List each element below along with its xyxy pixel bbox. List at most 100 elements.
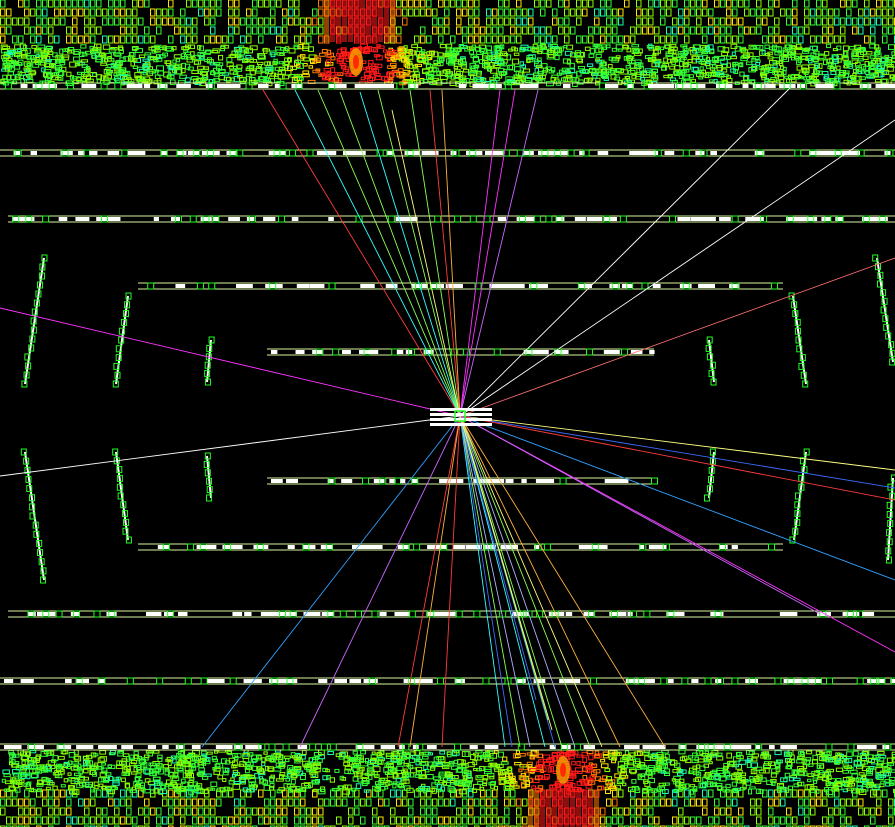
- calorimeter-column: [540, 790, 545, 827]
- barrel-module: [369, 350, 379, 354]
- barrel-module: [412, 745, 419, 749]
- barrel-module: [27, 745, 44, 749]
- barrel-module: [253, 545, 269, 549]
- barrel-module: [522, 151, 534, 155]
- barrel-module: [437, 612, 456, 616]
- barrel-module: [110, 745, 117, 749]
- barrel-module: [23, 217, 35, 221]
- barrel-module: [96, 217, 112, 221]
- barrel-module: [710, 151, 717, 155]
- barrel-module: [535, 350, 549, 354]
- barrel-module: [706, 745, 724, 749]
- barrel-module: [76, 745, 87, 749]
- calorimeter-column: [576, 790, 581, 827]
- barrel-module: [263, 217, 276, 221]
- barrel-module: [783, 679, 803, 683]
- barrel-module: [426, 745, 437, 749]
- barrel-module: [191, 745, 201, 749]
- barrel-module: [890, 84, 895, 88]
- barrel-module: [400, 479, 406, 483]
- barrel-module: [385, 284, 398, 288]
- calorimeter-column: [384, 0, 389, 42]
- barrel-module: [258, 84, 269, 88]
- barrel-module: [20, 84, 28, 88]
- barrel-module: [658, 84, 675, 88]
- barrel-module: [328, 217, 334, 221]
- calorimeter-hotspot-core: [560, 763, 566, 777]
- barrel-module: [271, 350, 278, 354]
- barrel-module: [677, 217, 691, 221]
- barrel-module: [327, 151, 337, 155]
- barrel-module: [695, 151, 705, 155]
- barrel-module: [867, 679, 879, 683]
- calorimeter-column: [390, 0, 395, 42]
- barrel-module: [802, 217, 818, 221]
- calorimeter-column: [372, 0, 377, 42]
- barrel-module: [856, 745, 872, 749]
- barrel-module: [232, 612, 243, 616]
- barrel-module: [260, 612, 276, 616]
- barrel-module: [698, 284, 716, 288]
- barrel-module: [884, 151, 891, 155]
- barrel-module: [176, 151, 187, 155]
- barrel-module: [882, 745, 890, 749]
- barrel-module: [690, 217, 704, 221]
- barrel-module: [81, 84, 97, 88]
- barrel-module: [780, 745, 797, 749]
- barrel-module: [691, 679, 699, 683]
- barrel-module: [521, 479, 527, 483]
- calorimeter-column: [360, 0, 365, 42]
- barrel-module: [519, 84, 539, 88]
- barrel-module: [320, 545, 333, 549]
- barrel-module: [414, 679, 433, 683]
- event-display-canvas: [0, 0, 895, 827]
- barrel-module: [58, 217, 68, 221]
- barrel-module: [861, 217, 879, 221]
- barrel-module: [465, 545, 482, 549]
- barrel-module: [636, 679, 655, 683]
- barrel-module: [821, 217, 831, 221]
- barrel-module: [508, 284, 525, 288]
- calorimeter-hotspot-core: [353, 55, 359, 69]
- barrel-module: [597, 151, 609, 155]
- barrel-module: [715, 679, 722, 683]
- barrel-module: [725, 84, 733, 88]
- barrel-module: [236, 284, 253, 288]
- calorimeter-column: [366, 0, 371, 42]
- barrel-module: [296, 284, 310, 288]
- barrel-module: [4, 745, 22, 749]
- barrel-module: [126, 84, 143, 88]
- barrel-module: [226, 84, 241, 88]
- barrel-module: [342, 350, 351, 354]
- barrel-module: [89, 151, 98, 155]
- barrel-module: [13, 151, 21, 155]
- barrel-module: [20, 679, 34, 683]
- barrel-module: [286, 479, 299, 483]
- barrel-module: [619, 479, 629, 483]
- barrel-module: [341, 479, 353, 483]
- barrel-module: [679, 284, 692, 288]
- barrel-module: [648, 545, 662, 549]
- barrel-module: [201, 151, 220, 155]
- barrel-module: [603, 217, 617, 221]
- barrel-module: [792, 612, 798, 616]
- barrel-module: [734, 745, 752, 749]
- barrel-module: [469, 745, 478, 749]
- barrel-module: [27, 612, 36, 616]
- barrel-module: [667, 679, 674, 683]
- barrel-module: [810, 679, 822, 683]
- barrel-module: [244, 612, 252, 616]
- calorimeter-column: [552, 790, 557, 827]
- barrel-module: [453, 545, 466, 549]
- calorimeter-column: [342, 0, 347, 42]
- barrel-module: [797, 84, 806, 88]
- barrel-module: [621, 284, 633, 288]
- barrel-module: [484, 151, 504, 155]
- barrel-module: [719, 545, 728, 549]
- barrel-module: [538, 151, 554, 155]
- barrel-module: [586, 217, 603, 221]
- barrel-module: [360, 284, 375, 288]
- barrel-module: [291, 217, 299, 221]
- barrel-module: [255, 679, 261, 683]
- barrel-module: [396, 350, 404, 354]
